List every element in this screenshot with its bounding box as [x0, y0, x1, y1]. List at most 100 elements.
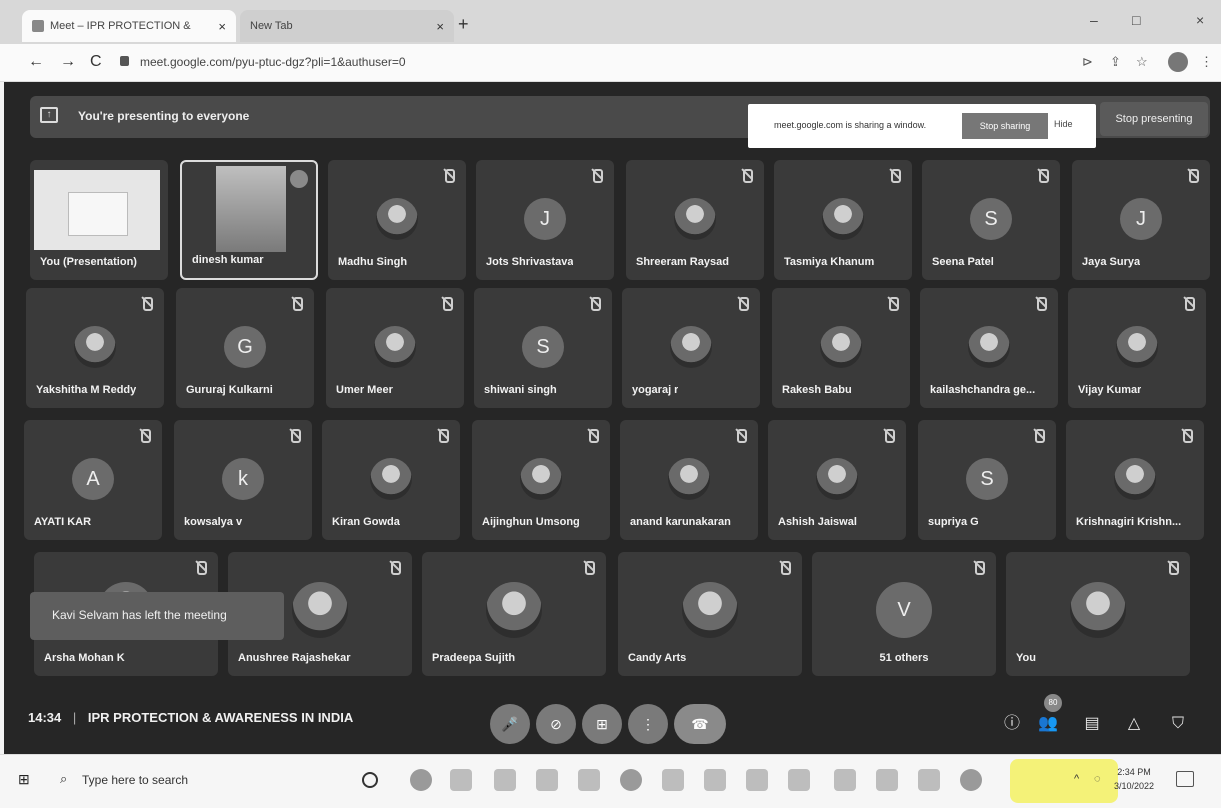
participant-tile[interactable]: anand karunakaran: [620, 420, 758, 540]
windows-start-icon[interactable]: ⊞: [18, 771, 30, 788]
leave-call-button[interactable]: ☎: [674, 704, 726, 744]
cast-icon[interactable]: ⊳: [1082, 54, 1093, 70]
participant-tile[interactable]: Shreeram Raysad: [626, 160, 764, 280]
participant-tile[interactable]: Tasmiya Khanum: [774, 160, 912, 280]
participant-tile[interactable]: Rakesh Babu: [772, 288, 910, 408]
participant-tile[interactable]: Kiran Gowda: [322, 420, 460, 540]
participant-avatar: [1070, 582, 1126, 638]
participant-name: 51 others: [879, 652, 929, 664]
cortana-icon[interactable]: [362, 772, 378, 788]
file-explorer-icon[interactable]: [578, 769, 600, 791]
participant-tile[interactable]: V 51 others: [812, 552, 996, 676]
mic-muted-icon: [288, 428, 302, 443]
participant-tile[interactable]: kailashchandra ge...: [920, 288, 1058, 408]
more-options-button[interactable]: ⋮: [628, 704, 668, 744]
app-icon[interactable]: [834, 769, 856, 791]
participant-tile[interactable]: Candy Arts: [618, 552, 802, 676]
close-tab-icon[interactable]: ×: [218, 19, 226, 34]
participant-tile[interactable]: Umer Meer: [326, 288, 464, 408]
participant-tile[interactable]: S Seena Patel: [922, 160, 1060, 280]
tray-chevron-icon[interactable]: ^: [1074, 773, 1079, 785]
activities-icon[interactable]: △: [1122, 712, 1146, 736]
participant-tile[interactable]: Krishnagiri Krishn...: [1066, 420, 1204, 540]
participant-tile[interactable]: J Jaya Surya: [1072, 160, 1210, 280]
participant-name: Krishnagiri Krishn...: [1076, 516, 1182, 528]
camera-off-button[interactable]: ⊘: [536, 704, 576, 744]
share-icon[interactable]: ⇪: [1110, 54, 1121, 70]
participant-name: You: [1016, 652, 1036, 664]
app-icon[interactable]: [788, 769, 810, 791]
participant-name: Tasmiya Khanum: [784, 256, 875, 268]
mic-muted-icon: [590, 168, 604, 183]
participant-avatar: S: [966, 458, 1008, 500]
participant-name: Arsha Mohan K: [44, 652, 125, 664]
app-icon[interactable]: [746, 769, 768, 791]
profile-avatar[interactable]: [1168, 52, 1188, 72]
mic-off-button[interactable]: 🎤: [490, 704, 530, 744]
tab-meet[interactable]: Meet – IPR PROTECTION & ×: [22, 10, 236, 42]
app-icon[interactable]: [536, 769, 558, 791]
participant-tile[interactable]: J Jots Shrivastava: [476, 160, 614, 280]
participant-tile[interactable]: Ashish Jaiswal: [768, 420, 906, 540]
app-icon[interactable]: [704, 769, 726, 791]
participant-tile[interactable]: You: [1006, 552, 1190, 676]
chat-icon[interactable]: ▤: [1080, 712, 1104, 736]
edge-icon[interactable]: [410, 769, 432, 791]
present-now-button[interactable]: ⊞: [582, 704, 622, 744]
participant-tile[interactable]: Aijinghun Umsong: [472, 420, 610, 540]
participant-tile[interactable]: k kowsalya v: [174, 420, 312, 540]
tab-new-tab[interactable]: New Tab ×: [240, 10, 454, 42]
network-icon[interactable]: ◌: [1094, 773, 1101, 785]
app-icon[interactable]: [876, 769, 898, 791]
participant-tile[interactable]: Madhu Singh: [328, 160, 466, 280]
participant-tile[interactable]: Sshiwani singh: [474, 288, 612, 408]
participant-avatar: [1116, 326, 1158, 368]
maximize-button[interactable]: □: [1132, 12, 1140, 28]
people-icon[interactable]: 👥: [1036, 712, 1060, 736]
host-controls-icon[interactable]: ⛉: [1166, 712, 1190, 736]
participant-avatar: [520, 458, 562, 500]
calculator-icon[interactable]: [450, 769, 472, 791]
hide-button[interactable]: Hide: [1054, 119, 1073, 129]
participant-tile[interactable]: Pradeepa Sujith: [422, 552, 606, 676]
meeting-details-icon[interactable]: ⓘ: [1000, 712, 1024, 736]
participant-avatar: k: [222, 458, 264, 500]
new-tab-button[interactable]: +: [458, 14, 469, 35]
app-icon[interactable]: [494, 769, 516, 791]
reload-button[interactable]: C: [90, 53, 102, 71]
taskbar-search[interactable]: ⌕ Type here to search: [54, 765, 354, 795]
chrome-icon[interactable]: [620, 769, 642, 791]
stop-presenting-button[interactable]: Stop presenting: [1100, 102, 1208, 136]
bookmark-star-icon[interactable]: ☆: [1136, 54, 1148, 70]
participant-tile[interactable]: A AYATI KAR: [24, 420, 162, 540]
minimize-button[interactable]: –: [1090, 12, 1098, 28]
participant-avatar: A: [72, 458, 114, 500]
mic-muted-icon: [1032, 428, 1046, 443]
participant-tile[interactable]: Vijay Kumar: [1068, 288, 1206, 408]
search-placeholder: Type here to search: [82, 773, 189, 787]
url-field[interactable]: meet.google.com/pyu-ptuc-dgz?pli=1&authu…: [140, 55, 406, 69]
app-icon[interactable]: [960, 769, 982, 791]
participant-tile[interactable]: yogaraj r: [622, 288, 760, 408]
app-icon[interactable]: [662, 769, 684, 791]
participant-tile[interactable]: Ssupriya G: [918, 420, 1056, 540]
participant-tile[interactable]: Yakshitha M Reddy: [26, 288, 164, 408]
participant-tile[interactable]: G Gururaj Kulkarni: [176, 288, 314, 408]
mic-muted-icon: [888, 168, 902, 183]
taskbar-clock[interactable]: 2:34 PM 3/10/2022: [1114, 765, 1154, 793]
participant-tile[interactable]: dinesh kumar: [180, 160, 318, 280]
participant-name: Aijinghun Umsong: [482, 516, 580, 528]
people-count-badge: 80: [1044, 694, 1062, 712]
close-window-button[interactable]: ×: [1196, 12, 1204, 28]
close-tab-icon[interactable]: ×: [436, 19, 444, 34]
menu-kebab-icon[interactable]: ⋮: [1200, 54, 1213, 70]
notification-icon[interactable]: [1176, 771, 1194, 787]
clock-time: 2:34 PM: [1117, 767, 1151, 777]
back-button[interactable]: ←: [28, 53, 44, 71]
participant-name: Ashish Jaiswal: [778, 516, 857, 528]
app-icon[interactable]: [918, 769, 940, 791]
forward-button[interactable]: →: [60, 53, 76, 71]
mic-muted-icon: [886, 296, 900, 311]
stop-sharing-button[interactable]: Stop sharing: [962, 113, 1048, 139]
participant-tile[interactable]: You (Presentation): [30, 160, 168, 280]
